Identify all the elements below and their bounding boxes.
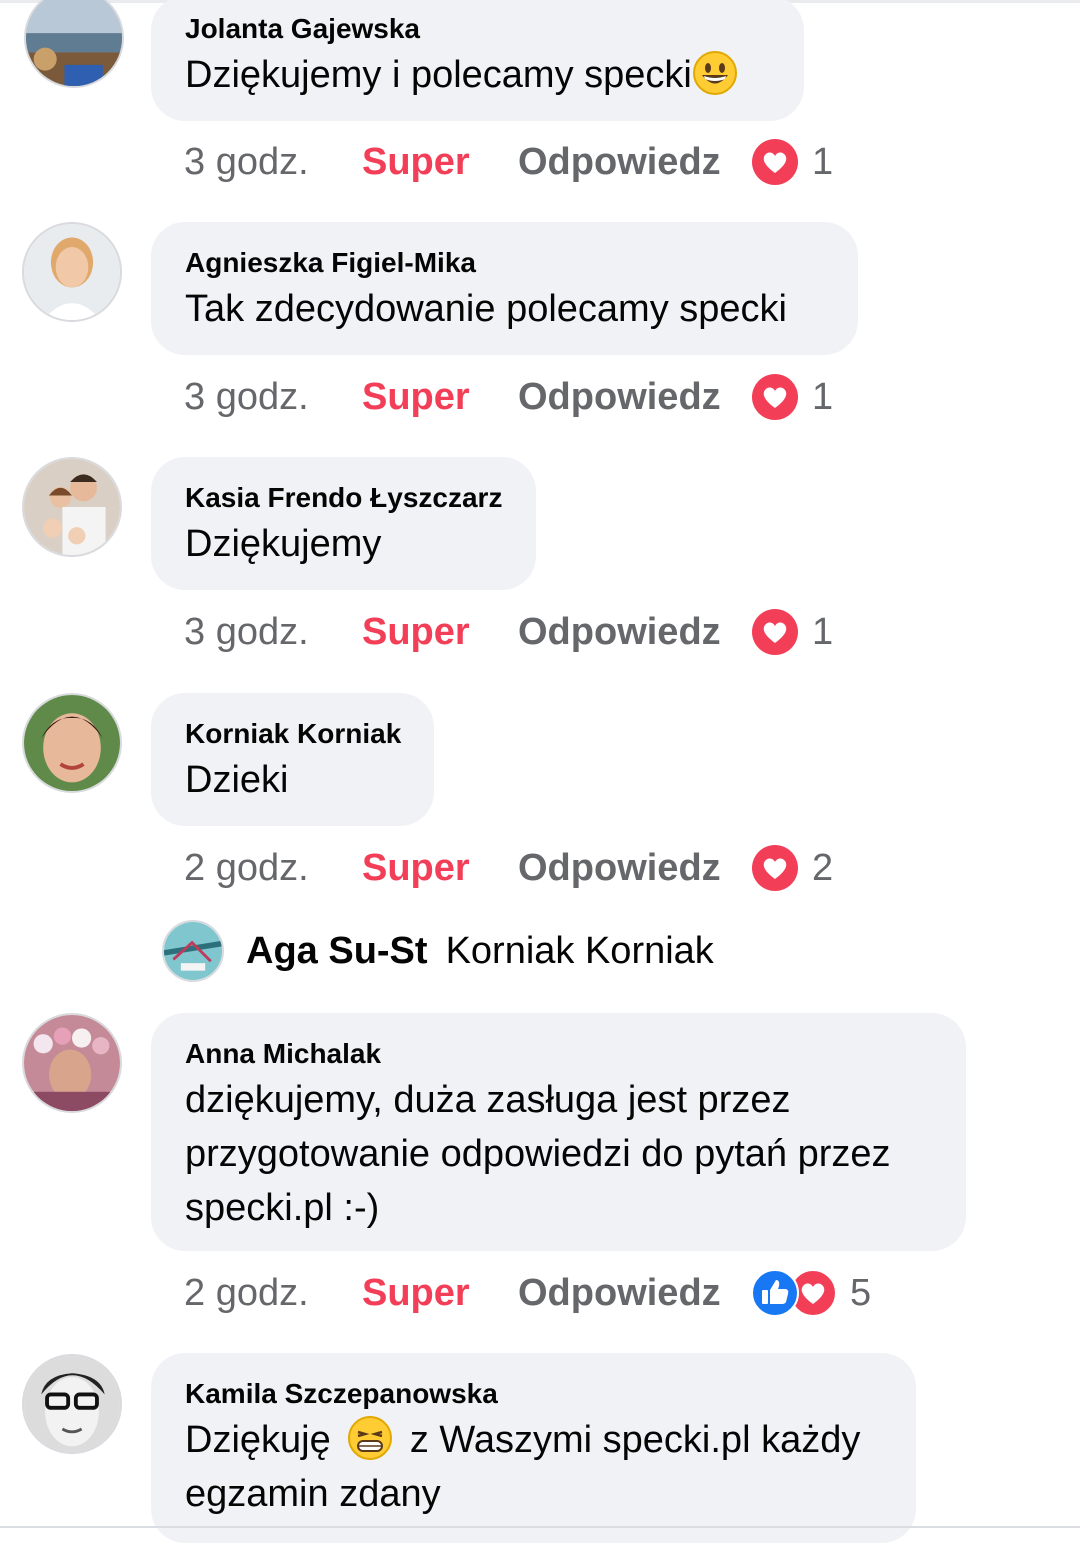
reply-button[interactable]: Odpowiedz	[518, 611, 750, 654]
comment-author[interactable]: Kasia Frendo Łyszczarz	[185, 481, 502, 515]
avatar-agnieszka[interactable]	[22, 222, 122, 322]
reaction-summary[interactable]: 5	[750, 1268, 871, 1318]
comment-text: dziękujemy, duża zasługa jest przez przy…	[185, 1073, 932, 1235]
reaction-summary[interactable]: 1	[750, 607, 833, 657]
comment-text: Dziękujemy	[185, 523, 382, 565]
comment-actions: 3 godz. Super Odpowiedz 1	[184, 372, 833, 422]
reply-button[interactable]: Odpowiedz	[518, 141, 750, 184]
avatar-photo	[26, 0, 122, 86]
love-reaction-icon	[752, 609, 798, 655]
avatar-jolanta[interactable]	[24, 0, 124, 88]
reply-button[interactable]: Odpowiedz	[518, 847, 750, 890]
avatar-photo	[24, 1356, 120, 1452]
reaction-summary[interactable]: 1	[750, 372, 833, 422]
comment-author[interactable]: Anna Michalak	[185, 1037, 932, 1071]
comment-bubble-kasia[interactable]: Kasia Frendo Łyszczarz Dziękujemy	[151, 457, 536, 590]
reply-author[interactable]: Aga Su-St	[246, 930, 428, 973]
comment-bubble-kamila[interactable]: Kamila Szczepanowska Dziękuję z Waszymi …	[151, 1353, 916, 1543]
comment-text-line: egzamin zdany	[185, 1473, 441, 1515]
comment-actions: 3 godz. Super Odpowiedz 1	[184, 137, 833, 187]
reaction-count: 5	[850, 1271, 872, 1314]
avatar-photo	[164, 922, 222, 980]
love-reaction-icon	[752, 845, 798, 891]
avatar-photo	[24, 1015, 120, 1111]
comment-bubble-korniak[interactable]: Korniak Korniak Dzieki	[151, 693, 434, 826]
comment-author[interactable]: Agnieszka Figiel-Mika	[185, 246, 824, 280]
comment-text: Dzieki	[185, 759, 289, 801]
comment-author[interactable]: Korniak Korniak	[185, 717, 401, 751]
love-reaction-icon	[752, 374, 798, 420]
like-button[interactable]: Super	[362, 847, 518, 890]
comment-text-line: dziękujemy, duża zasługa jest przez	[185, 1079, 791, 1121]
grinning-face-emoji-icon	[692, 51, 737, 95]
comment-time[interactable]: 2 godz.	[184, 1272, 362, 1315]
reaction-count: 1	[812, 610, 834, 653]
avatar-photo	[24, 459, 120, 555]
like-button[interactable]: Super	[362, 141, 518, 184]
reaction-count: 1	[812, 375, 834, 418]
reply-preview[interactable]: Aga Su-St Korniak Korniak	[162, 918, 714, 984]
avatar-aga[interactable]	[162, 920, 224, 982]
reaction-summary[interactable]: 1	[750, 137, 833, 187]
comment-actions: 3 godz. Super Odpowiedz 1	[184, 607, 833, 657]
avatar-korniak[interactable]	[22, 693, 122, 793]
avatar-kamila[interactable]	[22, 1354, 122, 1454]
avatar-anna[interactable]	[22, 1013, 122, 1113]
comment-actions: 2 godz. Super Odpowiedz 5	[184, 1268, 871, 1318]
comment-author[interactable]: Kamila Szczepanowska	[185, 1377, 882, 1411]
love-reaction-icon	[752, 139, 798, 185]
comment-text: Dziękujemy i polecamy specki	[185, 48, 770, 102]
comment-time[interactable]: 3 godz.	[184, 611, 362, 654]
reaction-summary[interactable]: 2	[750, 843, 833, 893]
reaction-count: 1	[812, 140, 834, 183]
comment-text-line: Dziękuję z Waszymi specki.pl każdy	[185, 1413, 882, 1467]
comment-bubble-jolanta[interactable]: Jolanta Gajewska Dziękujemy i polecamy s…	[151, 0, 804, 121]
comment-time[interactable]: 2 godz.	[184, 847, 362, 890]
like-button[interactable]: Super	[362, 1272, 518, 1315]
comment-text: Tak zdecydowanie polecamy specki	[185, 288, 787, 330]
comment-bubble-anna[interactable]: Anna Michalak dziękujemy, duża zasługa j…	[151, 1013, 966, 1251]
comment-author[interactable]: Jolanta Gajewska	[185, 12, 770, 46]
grinning-squinting-face-emoji-icon	[348, 1416, 393, 1460]
reply-text: Korniak Korniak	[445, 929, 714, 972]
reply-button[interactable]: Odpowiedz	[518, 1272, 750, 1315]
avatar-photo	[24, 695, 120, 791]
reply-button[interactable]: Odpowiedz	[518, 376, 750, 419]
comment-time[interactable]: 3 godz.	[184, 376, 362, 419]
like-button[interactable]: Super	[362, 611, 518, 654]
comment-actions: 2 godz. Super Odpowiedz 2	[184, 843, 833, 893]
comment-text-line: przygotowanie odpowiedzi do pytań przez	[185, 1133, 891, 1175]
avatar-kasia[interactable]	[22, 457, 122, 557]
reaction-count: 2	[812, 846, 834, 889]
like-button[interactable]: Super	[362, 376, 518, 419]
bottom-divider	[0, 1526, 1080, 1528]
comment-text: Dziękuję z Waszymi specki.pl każdy egzam…	[185, 1413, 882, 1521]
comment-bubble-agnieszka[interactable]: Agnieszka Figiel-Mika Tak zdecydowanie p…	[151, 222, 858, 355]
avatar-photo	[24, 224, 120, 320]
comment-text-line: specki.pl :-)	[185, 1187, 380, 1229]
comment-time[interactable]: 3 godz.	[184, 141, 362, 184]
like-love-reaction-icons	[751, 1269, 837, 1317]
